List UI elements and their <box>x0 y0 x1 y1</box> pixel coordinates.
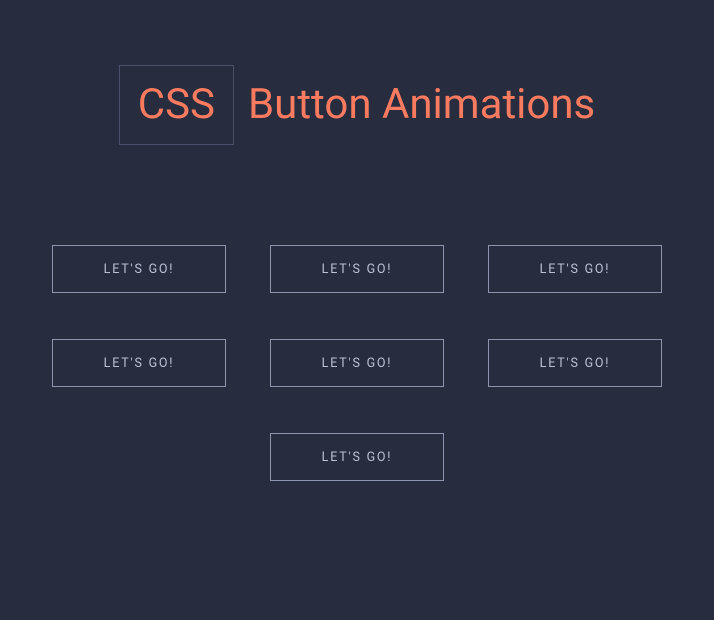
demo-button-1[interactable]: LET'S GO! <box>52 245 226 293</box>
title-prefix-box: CSS <box>119 65 234 145</box>
buttons-grid: LET'S GO! LET'S GO! LET'S GO! LET'S GO! … <box>0 245 714 481</box>
demo-button-3[interactable]: LET'S GO! <box>488 245 662 293</box>
page-title: CSS Button Animations <box>119 65 595 145</box>
demo-button-5[interactable]: LET'S GO! <box>270 339 444 387</box>
demo-button-2[interactable]: LET'S GO! <box>270 245 444 293</box>
demo-button-7[interactable]: LET'S GO! <box>270 433 444 481</box>
title-rest: Button Animations <box>248 84 595 126</box>
header: CSS Button Animations <box>0 0 714 245</box>
demo-button-6[interactable]: LET'S GO! <box>488 339 662 387</box>
demo-button-4[interactable]: LET'S GO! <box>52 339 226 387</box>
